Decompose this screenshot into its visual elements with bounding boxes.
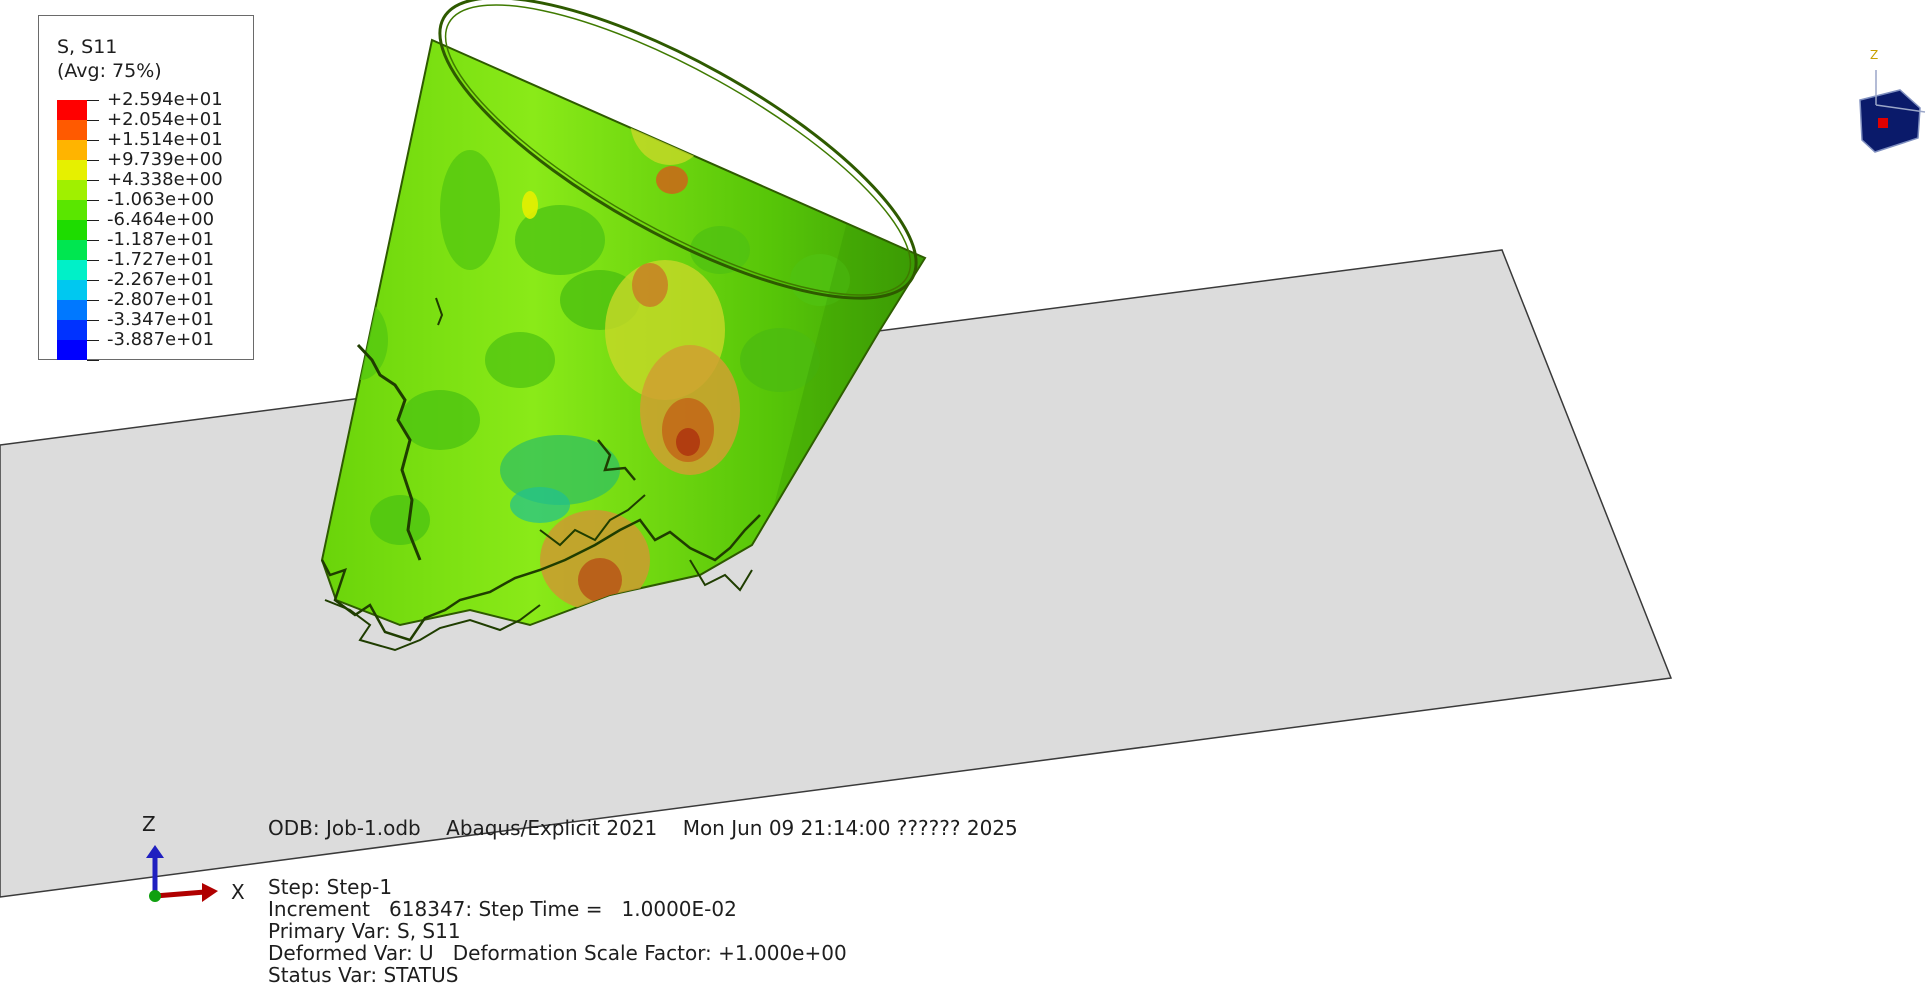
- run-datetime: Mon Jun 09 21:14:00 ?????? 2025: [682, 816, 1018, 840]
- legend-swatch: [57, 280, 87, 300]
- legend-value: -1.063e+00: [107, 189, 215, 210]
- legend-tick: [87, 120, 99, 121]
- legend-tick: [87, 240, 99, 241]
- legend-value: -2.807e+01: [107, 289, 215, 310]
- legend-tick: [87, 340, 99, 341]
- triad-x-label: X: [231, 880, 245, 904]
- legend-swatch: [57, 120, 87, 140]
- viewport[interactable]: Z Z X S, S11 (Avg: 75%) +2.594e+01 +2.054…: [0, 0, 1930, 988]
- legend-tick: [87, 300, 99, 301]
- legend-swatch: [57, 220, 87, 240]
- odb-name: ODB: Job-1.odb: [268, 816, 421, 840]
- legend-swatch: [57, 260, 87, 280]
- triad-z-label: Z: [142, 812, 156, 836]
- legend-swatch: [57, 160, 87, 180]
- legend-tick: [87, 220, 99, 221]
- legend-tick: [87, 140, 99, 141]
- contour-legend[interactable]: S, S11 (Avg: 75%) +2.594e+01 +2.054e+01 +1…: [38, 15, 254, 361]
- odb-info-line: ODB: Job-1.odb Abaqus/Explicit 2021 Mon …: [268, 816, 1018, 840]
- scale-factor: Deformation Scale Factor: +1.000e+00: [452, 941, 847, 965]
- status-var: Status Var: STATUS: [268, 963, 459, 987]
- deformed-var-line: Deformed Var: U Deformation Scale Factor…: [268, 941, 847, 965]
- deformed-var: Deformed Var: U: [268, 941, 434, 965]
- legend-value: +1.514e+01: [107, 129, 223, 150]
- legend-value: -1.187e+01: [107, 229, 215, 250]
- increment-line: Increment 618347: Step Time = 1.0000E-02: [268, 897, 737, 921]
- legend-averaging: (Avg: 75%): [57, 60, 162, 82]
- view-cube-icon[interactable]: [1859, 70, 1926, 153]
- legend-tick: [87, 100, 99, 101]
- legend-title: S, S11: [57, 36, 118, 58]
- legend-swatch: [57, 100, 87, 120]
- legend-swatch: [57, 140, 87, 160]
- legend-value: -3.887e+01: [107, 329, 215, 350]
- legend-value: -3.347e+01: [107, 309, 215, 330]
- legend-tick: [87, 180, 99, 181]
- legend-value: +2.054e+01: [107, 109, 223, 130]
- legend-value: -1.727e+01: [107, 249, 215, 270]
- legend-tick: [87, 320, 99, 321]
- primary-var: Primary Var: S, S11: [268, 919, 461, 943]
- increment-label: Increment: [268, 897, 370, 921]
- step-name: Step: Step-1: [268, 875, 393, 899]
- step-time: 1.0000E-02: [621, 897, 737, 921]
- legend-swatch: [57, 340, 87, 360]
- legend-value: +9.739e+00: [107, 149, 223, 170]
- solver-version: Abaqus/Explicit 2021: [446, 816, 658, 840]
- legend-value: +4.338e+00: [107, 169, 223, 190]
- legend-value: -2.267e+01: [107, 269, 215, 290]
- legend-value: -6.464e+00: [107, 209, 215, 230]
- legend-tick: [87, 160, 99, 161]
- legend-tick: [87, 280, 99, 281]
- legend-tick: [87, 260, 99, 261]
- legend-tick: [87, 200, 99, 201]
- legend-swatch: [57, 200, 87, 220]
- increment-value: 618347: Step Time =: [389, 897, 603, 921]
- view-cube-z-label: Z: [1870, 48, 1879, 62]
- legend-entry: -3.887e+01: [57, 329, 247, 360]
- legend-tick: [87, 360, 99, 361]
- legend-swatch: [57, 300, 87, 320]
- legend-end-tick: [57, 360, 247, 380]
- legend-swatch: [57, 240, 87, 260]
- legend-swatch: [57, 320, 87, 340]
- legend-value: +2.594e+01: [107, 89, 223, 110]
- legend-swatch: [57, 180, 87, 200]
